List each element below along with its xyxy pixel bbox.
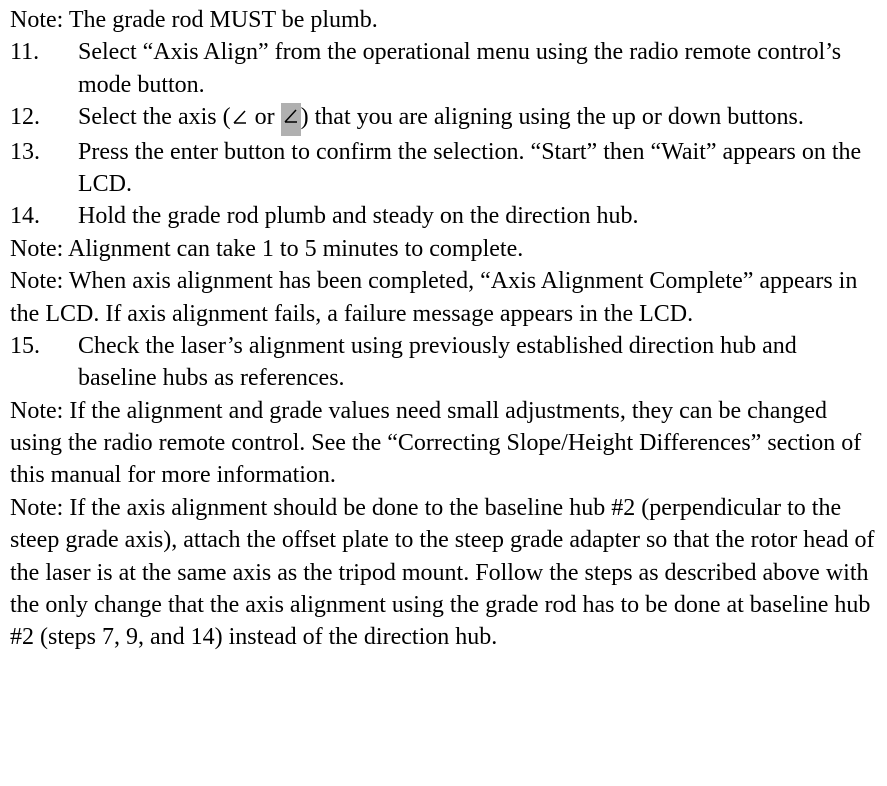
note-baseline: Note: If the axis alignment should be do…: [10, 492, 877, 654]
step-14: 14. Hold the grade rod plumb and steady …: [10, 200, 877, 232]
step-number: 12.: [10, 101, 78, 135]
step-12-post: ) that you are aligning using the up or …: [301, 104, 804, 130]
step-12: 12. Select the axis ( or ) that you are …: [10, 101, 877, 135]
step-13: 13. Press the enter button to confirm th…: [10, 136, 877, 201]
angle-icon-highlighted: [281, 103, 301, 135]
note-plumb: Note: The grade rod MUST be plumb.: [10, 4, 877, 36]
note-adjust: Note: If the alignment and grade values …: [10, 395, 877, 492]
note-align-time: Note: Alignment can take 1 to 5 minutes …: [10, 233, 877, 265]
step-text: Hold the grade rod plumb and steady on t…: [78, 200, 877, 232]
step-15: 15. Check the laser’s alignment using pr…: [10, 330, 877, 395]
step-text: Select “Axis Align” from the operational…: [78, 36, 877, 101]
step-text: Select the axis ( or ) that you are alig…: [78, 101, 877, 135]
step-12-pre: Select the axis (: [78, 104, 231, 130]
angle-icon: [231, 103, 249, 135]
step-text: Press the enter button to confirm the se…: [78, 136, 877, 201]
step-text: Check the laser’s alignment using previo…: [78, 330, 877, 395]
step-number: 14.: [10, 200, 78, 232]
step-number: 13.: [10, 136, 78, 201]
step-12-mid: or: [249, 104, 281, 130]
step-11: 11. Select “Axis Align” from the operati…: [10, 36, 877, 101]
note-align-complete: Note: When axis alignment has been compl…: [10, 265, 877, 330]
step-number: 11.: [10, 36, 78, 101]
step-number: 15.: [10, 330, 78, 395]
